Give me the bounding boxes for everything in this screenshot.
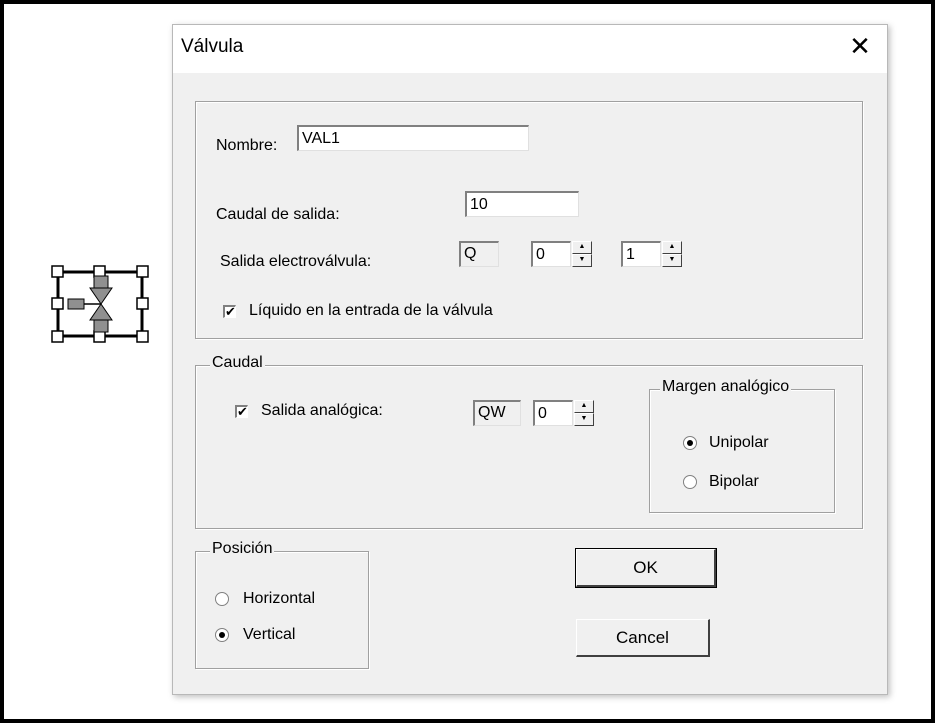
- horizontal-label: Horizontal: [243, 590, 316, 607]
- unipolar-radio[interactable]: [683, 436, 697, 450]
- valvula-dialog: Válvula ✕ Nombre: Caudal de salida: Sali…: [172, 24, 888, 695]
- q-prefix-field: Q: [459, 241, 499, 267]
- electrovalvula-spin1[interactable]: ▲ ▼: [572, 241, 592, 267]
- electrovalvula-spin1-input[interactable]: [531, 241, 571, 267]
- spin-up-icon[interactable]: ▲: [572, 241, 592, 254]
- bipolar-label: Bipolar: [709, 473, 759, 490]
- vertical-radio[interactable]: [215, 628, 229, 642]
- posicion-legend: Posición: [210, 540, 275, 558]
- spin-down-icon[interactable]: ▼: [662, 254, 682, 267]
- liquido-label: Líquido en la entrada de la válvula: [249, 302, 493, 319]
- valve-symbol-icon[interactable]: [48, 262, 152, 346]
- electrovalvula-spin2[interactable]: ▲ ▼: [662, 241, 682, 267]
- margen-legend: Margen analógico: [660, 378, 792, 396]
- analog-spin-input[interactable]: [533, 400, 573, 426]
- spin-down-icon[interactable]: ▼: [574, 413, 594, 426]
- posicion-group: Posición: [195, 540, 369, 669]
- ok-button[interactable]: OK: [575, 548, 717, 588]
- analog-spin[interactable]: ▲ ▼: [574, 400, 594, 426]
- canvas-frame: Válvula ✕ Nombre: Caudal de salida: Sali…: [0, 0, 935, 723]
- nombre-label: Nombre:: [216, 137, 278, 154]
- qw-prefix-field: QW: [473, 400, 521, 426]
- title-bar[interactable]: Válvula ✕: [173, 25, 887, 73]
- spin-up-icon[interactable]: ▲: [574, 400, 594, 413]
- vertical-label: Vertical: [243, 626, 296, 643]
- caudal-legend: Caudal: [210, 354, 265, 372]
- horizontal-radio[interactable]: [215, 592, 229, 606]
- close-icon[interactable]: ✕: [847, 33, 873, 59]
- electrovalvula-spin2-input[interactable]: [621, 241, 661, 267]
- unipolar-label: Unipolar: [709, 434, 769, 451]
- caudal-salida-label: Caudal de salida:: [216, 206, 340, 223]
- nombre-input[interactable]: [297, 125, 529, 151]
- radio-dot: [219, 632, 225, 638]
- dialog-title: Válvula: [181, 36, 244, 57]
- spin-down-icon[interactable]: ▼: [572, 254, 592, 267]
- salida-analogica-checkbox[interactable]: ✔: [235, 405, 248, 418]
- bipolar-radio[interactable]: [683, 475, 697, 489]
- cancel-button[interactable]: Cancel: [576, 619, 710, 657]
- liquido-checkbox[interactable]: ✔: [223, 305, 236, 318]
- salida-electrovalvula-label: Salida electroválvula:: [220, 253, 372, 270]
- spin-up-icon[interactable]: ▲: [662, 241, 682, 254]
- caudal-salida-input[interactable]: [465, 191, 579, 217]
- radio-dot: [687, 440, 693, 446]
- salida-analogica-label: Salida analógica:: [261, 402, 383, 419]
